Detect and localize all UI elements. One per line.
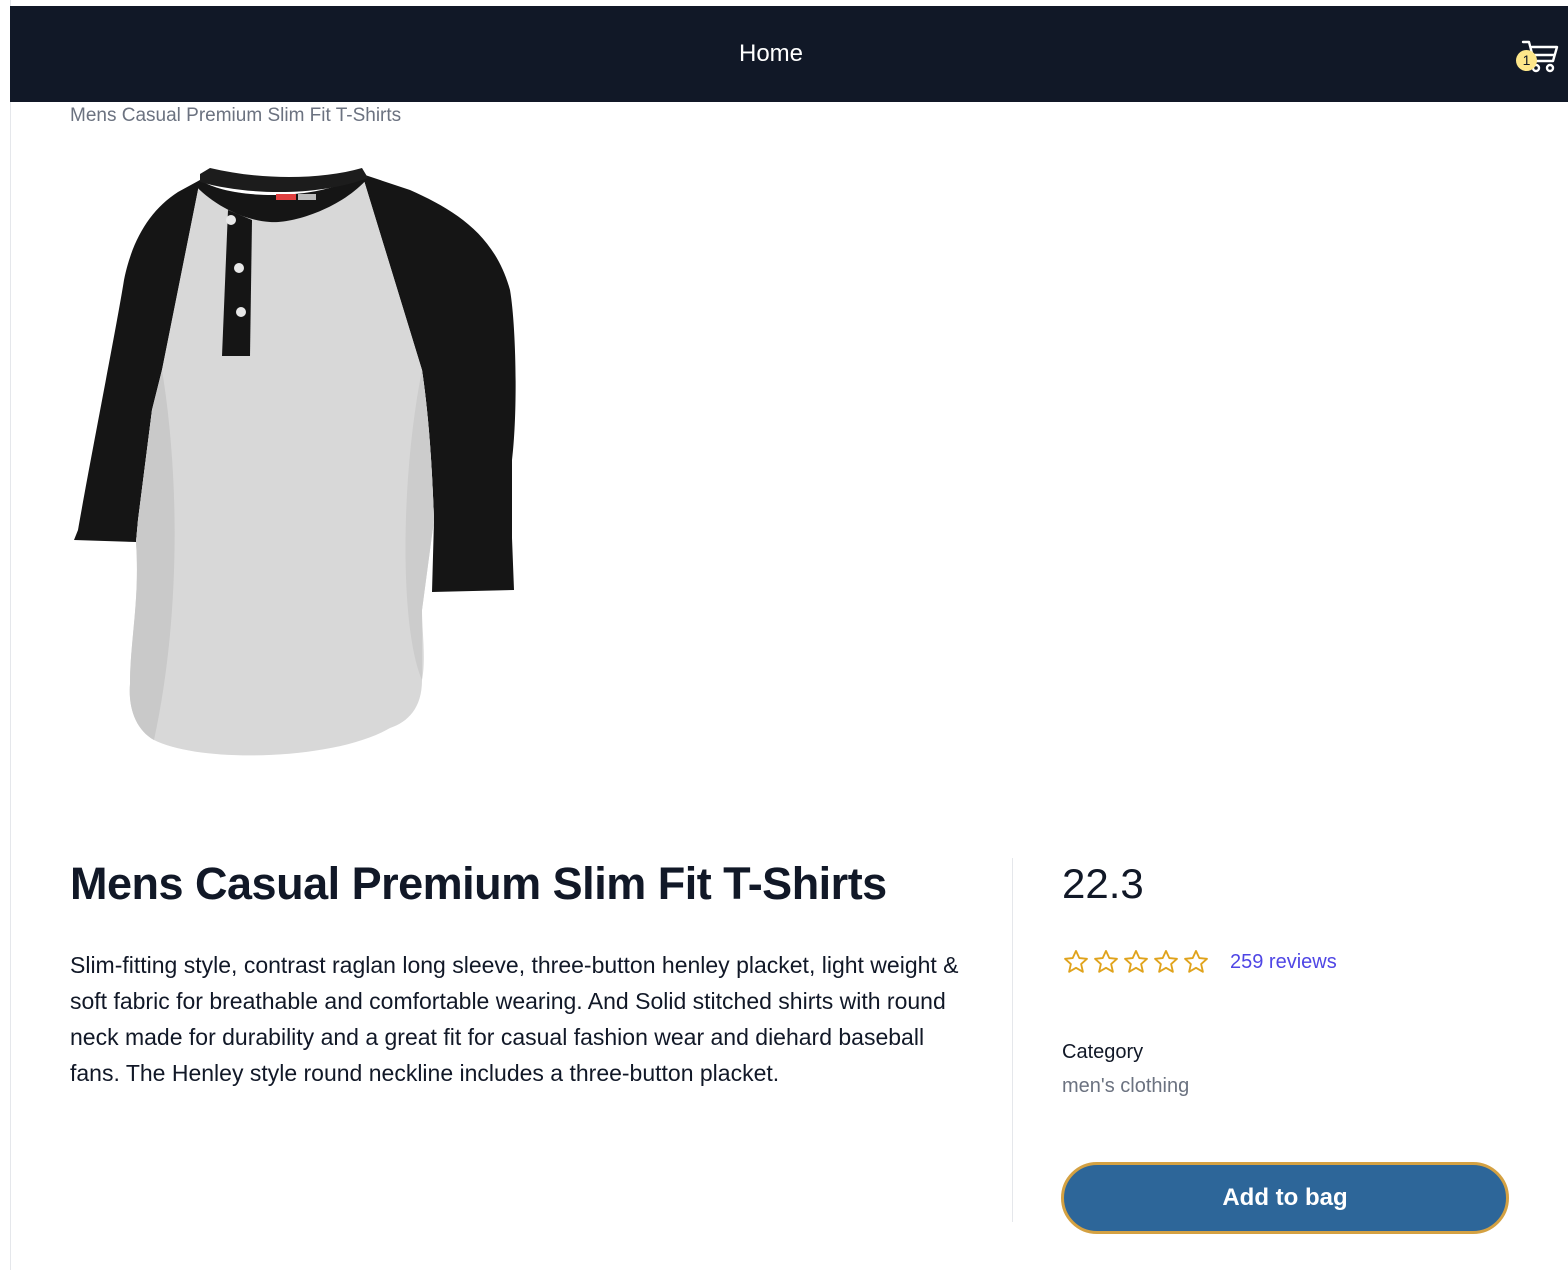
column-divider	[1012, 858, 1013, 1222]
product-price: 22.3	[1062, 860, 1144, 907]
star-icon	[1094, 949, 1118, 973]
breadcrumb[interactable]: Mens Casual Premium Slim Fit T-Shirts	[70, 104, 401, 128]
window-edge	[0, 0, 11, 1270]
star-icon	[1124, 949, 1148, 973]
category-label: Category	[1062, 1041, 1144, 1063]
star-rating	[1062, 948, 1210, 978]
reviews-link[interactable]: 259 reviews	[1230, 950, 1337, 974]
star-icon	[1184, 949, 1208, 973]
shirt-image	[74, 168, 516, 756]
nav-home-link[interactable]: Home	[10, 40, 1532, 68]
cart-count-badge: 1	[1516, 50, 1537, 71]
product-image	[70, 160, 518, 760]
star-icon	[1064, 949, 1088, 973]
product-description: Slim-fitting style, contrast raglan long…	[70, 952, 959, 1086]
page: Home 1 Mens Casual Premium Slim Fit T-Sh…	[0, 0, 1568, 1270]
star-icon	[1154, 949, 1178, 973]
product-title: Mens Casual Premium Slim Fit T-Shirts	[70, 858, 887, 909]
category-value: men's clothing	[1062, 1075, 1190, 1097]
cart-button[interactable]: 1	[1516, 36, 1560, 80]
top-navbar: Home 1	[10, 6, 1568, 102]
add-to-bag-button[interactable]: Add to bag	[1061, 1162, 1509, 1234]
